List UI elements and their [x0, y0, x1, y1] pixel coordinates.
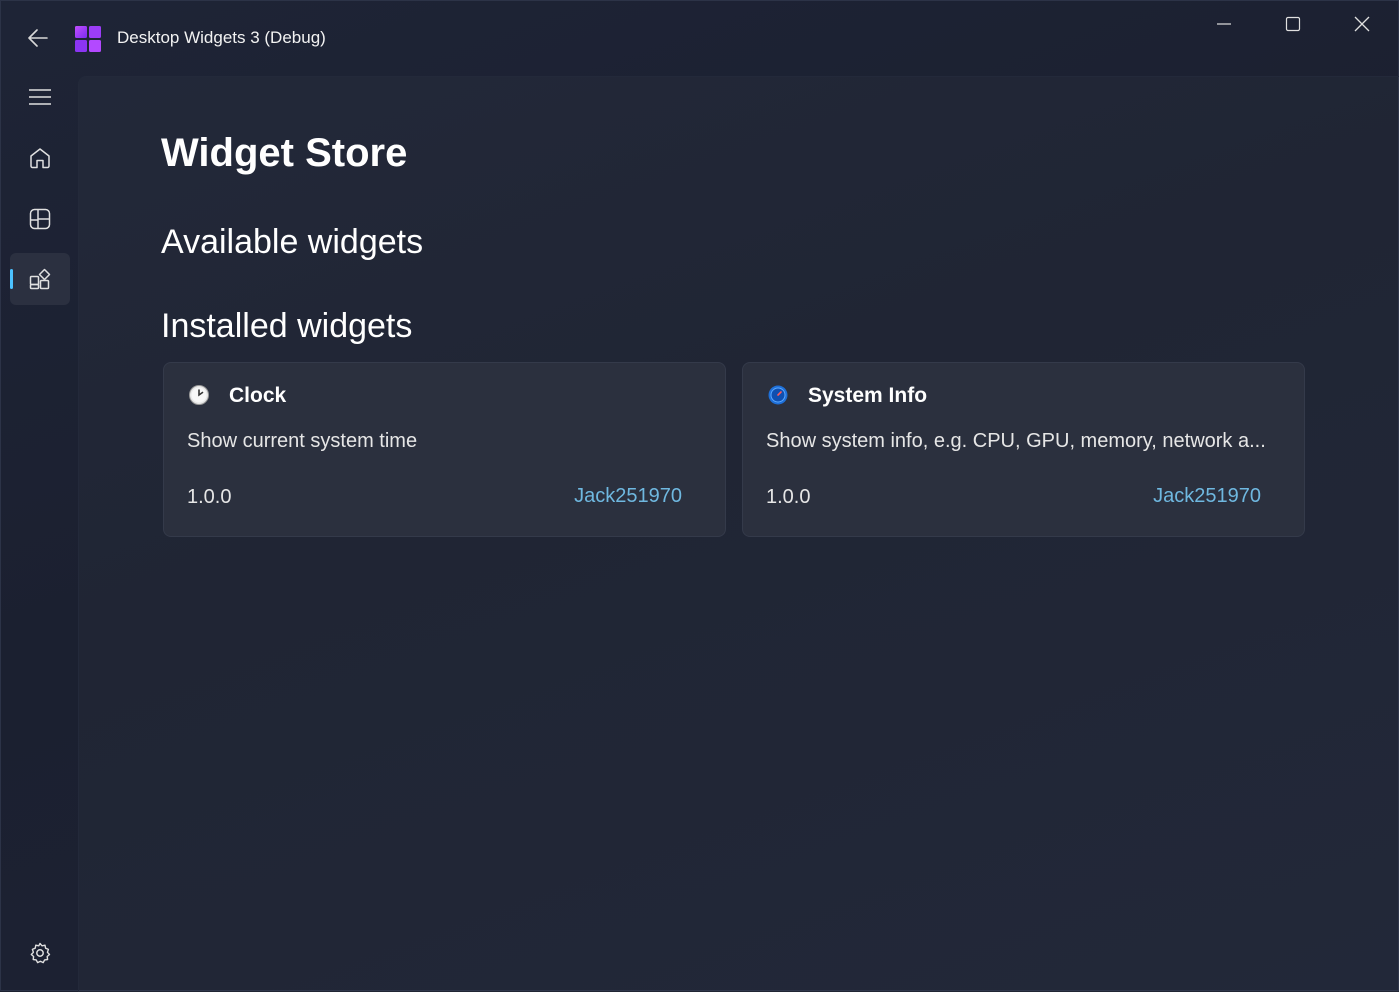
back-arrow-icon	[28, 29, 48, 47]
widget-version: 1.0.0	[766, 486, 811, 508]
app-logo-icon	[75, 26, 101, 52]
widget-description: Show current system time	[187, 430, 418, 452]
minimize-icon	[1217, 23, 1231, 25]
close-icon	[1354, 16, 1370, 32]
widget-version: 1.0.0	[187, 486, 232, 508]
widget-card-system-info[interactable]: System Info Show system info, e.g. CPU, …	[742, 362, 1305, 537]
widget-card-clock[interactable]: Clock Show current system time 1.0.0 Jac…	[163, 362, 726, 537]
nav-selection-indicator	[10, 269, 13, 289]
app-title: Desktop Widgets 3 (Debug)	[117, 28, 326, 47]
gear-icon	[30, 942, 51, 964]
back-button[interactable]	[19, 23, 57, 53]
hamburger-icon	[29, 89, 51, 105]
nav-item-settings[interactable]	[10, 927, 70, 979]
widget-store-icon	[29, 268, 51, 290]
clock-icon	[188, 384, 210, 406]
close-button[interactable]	[1328, 1, 1396, 47]
widget-name: Clock	[229, 384, 287, 407]
nav-item-widgets[interactable]	[10, 193, 70, 245]
nav-item-widget-store[interactable]	[10, 253, 70, 305]
maximize-button[interactable]	[1259, 1, 1327, 47]
widget-author-link[interactable]: Jack251970	[1153, 485, 1261, 508]
maximize-icon	[1285, 16, 1301, 32]
nav-item-home[interactable]	[10, 132, 70, 184]
installed-widgets-heading: Installed widgets	[161, 307, 413, 345]
widget-name: System Info	[808, 384, 928, 407]
app-window: Desktop Widgets 3 (Debug) Widget Store A…	[0, 0, 1399, 992]
available-widgets-heading: Available widgets	[161, 223, 424, 261]
widget-author-link[interactable]: Jack251970	[574, 485, 682, 508]
widgets-board-icon	[29, 208, 51, 230]
system-info-icon	[767, 384, 789, 406]
page-title: Widget Store	[161, 131, 408, 175]
nav-menu-toggle[interactable]	[10, 71, 70, 123]
home-icon	[30, 148, 50, 169]
widget-description: Show system info, e.g. CPU, GPU, memory,…	[766, 430, 1266, 452]
minimize-button[interactable]	[1190, 1, 1258, 47]
title-bar: Desktop Widgets 3 (Debug)	[1, 1, 1399, 75]
